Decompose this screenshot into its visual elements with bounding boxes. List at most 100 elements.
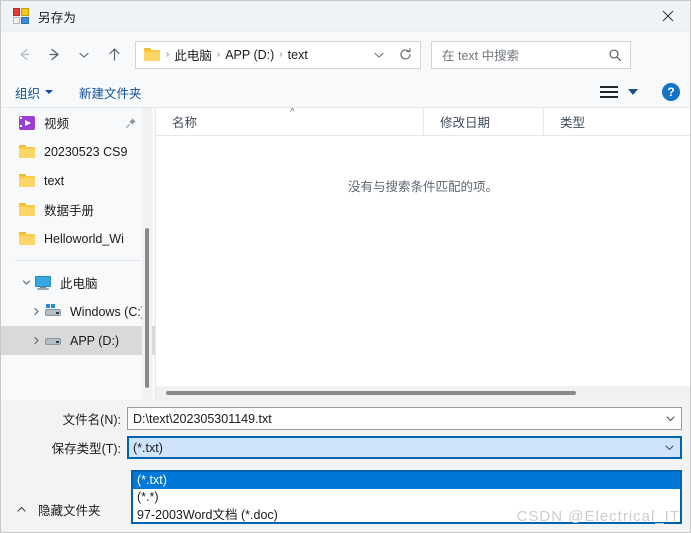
search-icon — [606, 48, 624, 62]
sidebar-divider — [15, 260, 141, 261]
folder-icon — [144, 48, 160, 61]
sidebar-item-label: text — [44, 173, 65, 188]
command-bar: 组织 新建文件夹 ? — [1, 77, 690, 108]
organize-label: 组织 — [15, 86, 41, 101]
sidebar-item-label: Windows (C:) — [70, 304, 146, 319]
column-header-row: 名称 ^ 修改日期 类型 — [156, 106, 690, 136]
pin-icon[interactable] — [125, 117, 137, 129]
column-header-date-modified[interactable]: 修改日期 — [423, 107, 543, 136]
search-box[interactable]: 在 text 中搜索 — [431, 40, 631, 69]
folder-icon — [19, 202, 36, 217]
up-button[interactable] — [99, 40, 129, 70]
organize-button[interactable]: 组织 — [15, 83, 54, 102]
chevron-right-icon[interactable] — [29, 305, 43, 319]
filename-value[interactable]: D:\text\202305301149.txt — [128, 412, 659, 426]
file-list-empty-area[interactable]: 没有与搜索条件匹配的项。 — [156, 136, 690, 386]
column-header-label: 修改日期 — [440, 116, 491, 130]
save-as-dialog: 另存为 › 此电脑 › APP (D:) › text 在 text 中搜索 组… — [0, 0, 691, 533]
recent-locations-button[interactable] — [69, 40, 99, 70]
refresh-button[interactable] — [392, 43, 418, 67]
dialog-body: 视频 20230523 CS9 text 数据手册 Helloworld_Wi … — [1, 106, 690, 400]
folder-icon — [19, 144, 36, 159]
search-input[interactable]: 在 text 中搜索 — [442, 45, 606, 64]
sidebar-item-20230523-cs9[interactable]: 20230523 CS9 — [1, 137, 155, 166]
scrollbar-thumb[interactable] — [166, 391, 576, 395]
back-arrow-icon — [19, 48, 30, 61]
savetype-dropdown-list[interactable]: (*.txt) (*.*) 97-2003Word文档 (*.doc) — [131, 470, 682, 524]
breadcrumb-separator: › — [166, 48, 170, 60]
view-list-icon[interactable] — [600, 82, 620, 102]
breadcrumb-segment-text[interactable]: text — [285, 48, 311, 62]
savetype-label: 保存类型(T): — [51, 442, 121, 456]
sidebar-item-label: Helloworld_Wi — [44, 231, 124, 246]
savetype-value[interactable]: (*.txt) — [129, 441, 658, 455]
close-button[interactable] — [645, 1, 690, 31]
chevron-down-icon[interactable] — [19, 276, 33, 290]
column-header-label: 类型 — [560, 116, 586, 130]
new-folder-button[interactable]: 新建文件夹 — [79, 83, 142, 102]
breadcrumb-separator: › — [279, 48, 283, 60]
sidebar-vertical-scrollbar[interactable] — [142, 108, 152, 400]
window-title: 另存为 — [38, 10, 77, 25]
navigation-bar: › 此电脑 › APP (D:) › text 在 text 中搜索 — [1, 32, 690, 77]
breadcrumb-segment-this-pc[interactable]: 此电脑 — [171, 45, 215, 64]
column-header-name[interactable]: 名称 ^ — [156, 106, 423, 136]
savetype-row: 保存类型(T): (*.txt) — [1, 436, 690, 459]
windows-drive-icon — [45, 304, 62, 319]
chevron-down-icon — [374, 52, 384, 58]
savetype-combobox[interactable]: (*.txt) — [127, 436, 682, 459]
filename-label: 文件名(N): — [62, 413, 121, 427]
breadcrumb[interactable]: › 此电脑 › APP (D:) › text — [135, 40, 421, 69]
view-options-chevron-down-icon[interactable] — [628, 89, 638, 95]
refresh-icon — [399, 48, 411, 60]
chevron-down-icon[interactable] — [658, 441, 680, 454]
drive-icon — [45, 333, 62, 348]
empty-message: 没有与搜索条件匹配的项。 — [347, 180, 498, 194]
file-list-horizontal-scrollbar[interactable] — [156, 386, 690, 400]
save-as-icon — [13, 8, 29, 24]
help-button[interactable]: ? — [662, 83, 680, 101]
sidebar-item-app-d[interactable]: APP (D:) — [1, 326, 155, 355]
chevron-down-icon — [45, 90, 54, 94]
title-bar: 另存为 — [1, 1, 690, 32]
sidebar-item-this-pc[interactable]: 此电脑 — [1, 268, 155, 297]
back-button[interactable] — [9, 40, 39, 70]
sidebar-item-label: APP (D:) — [70, 333, 120, 348]
sidebar-item-label: 20230523 CS9 — [44, 144, 128, 159]
filename-row: 文件名(N): D:\text\202305301149.txt — [1, 407, 690, 430]
scrollbar-thumb[interactable] — [145, 228, 149, 388]
chevron-down-icon[interactable] — [659, 412, 681, 425]
sidebar-item-label: 此电脑 — [60, 277, 98, 291]
breadcrumb-separator: › — [216, 48, 221, 60]
dropdown-option-doc[interactable]: 97-2003Word文档 (*.doc) — [133, 505, 680, 522]
sidebar-item-helloworld[interactable]: Helloworld_Wi — [1, 224, 155, 253]
breadcrumb-dropdown-button[interactable] — [366, 43, 392, 67]
forward-button[interactable] — [39, 40, 69, 70]
file-list-pane: 名称 ^ 修改日期 类型 没有与搜索条件匹配的项。 — [155, 106, 690, 400]
up-arrow-icon — [108, 48, 120, 61]
folder-icon — [19, 231, 36, 246]
column-header-label: 名称 — [172, 116, 198, 130]
sidebar-item-text[interactable]: text — [1, 166, 155, 195]
dropdown-option-all[interactable]: (*.*) — [133, 489, 680, 506]
dropdown-option-txt[interactable]: (*.txt) — [133, 472, 680, 489]
sidebar-item-datasheets[interactable]: 数据手册 — [1, 195, 155, 224]
breadcrumb-segment-app-d[interactable]: APP (D:) — [222, 48, 277, 62]
new-folder-label: 新建文件夹 — [79, 86, 142, 101]
forward-arrow-icon — [48, 48, 59, 61]
sidebar-item-label: 视频 — [44, 117, 70, 131]
chevron-up-icon — [15, 503, 28, 516]
chevron-down-icon — [79, 52, 89, 58]
filename-input[interactable]: D:\text\202305301149.txt — [127, 407, 682, 430]
hide-folders-button[interactable]: 隐藏文件夹 — [15, 500, 101, 519]
hide-folders-label: 隐藏文件夹 — [38, 504, 101, 518]
this-pc-icon — [35, 275, 52, 290]
sidebar-item-label: 数据手册 — [44, 204, 95, 218]
sidebar-item-windows-c[interactable]: Windows (C:) — [1, 297, 155, 326]
sidebar-item-videos[interactable]: 视频 — [1, 108, 155, 137]
column-header-type[interactable]: 类型 — [543, 107, 690, 136]
chevron-right-icon[interactable] — [29, 334, 43, 348]
sort-ascending-icon: ^ — [290, 106, 295, 118]
folder-icon — [19, 173, 36, 188]
navigation-pane: 视频 20230523 CS9 text 数据手册 Helloworld_Wi … — [1, 108, 155, 400]
